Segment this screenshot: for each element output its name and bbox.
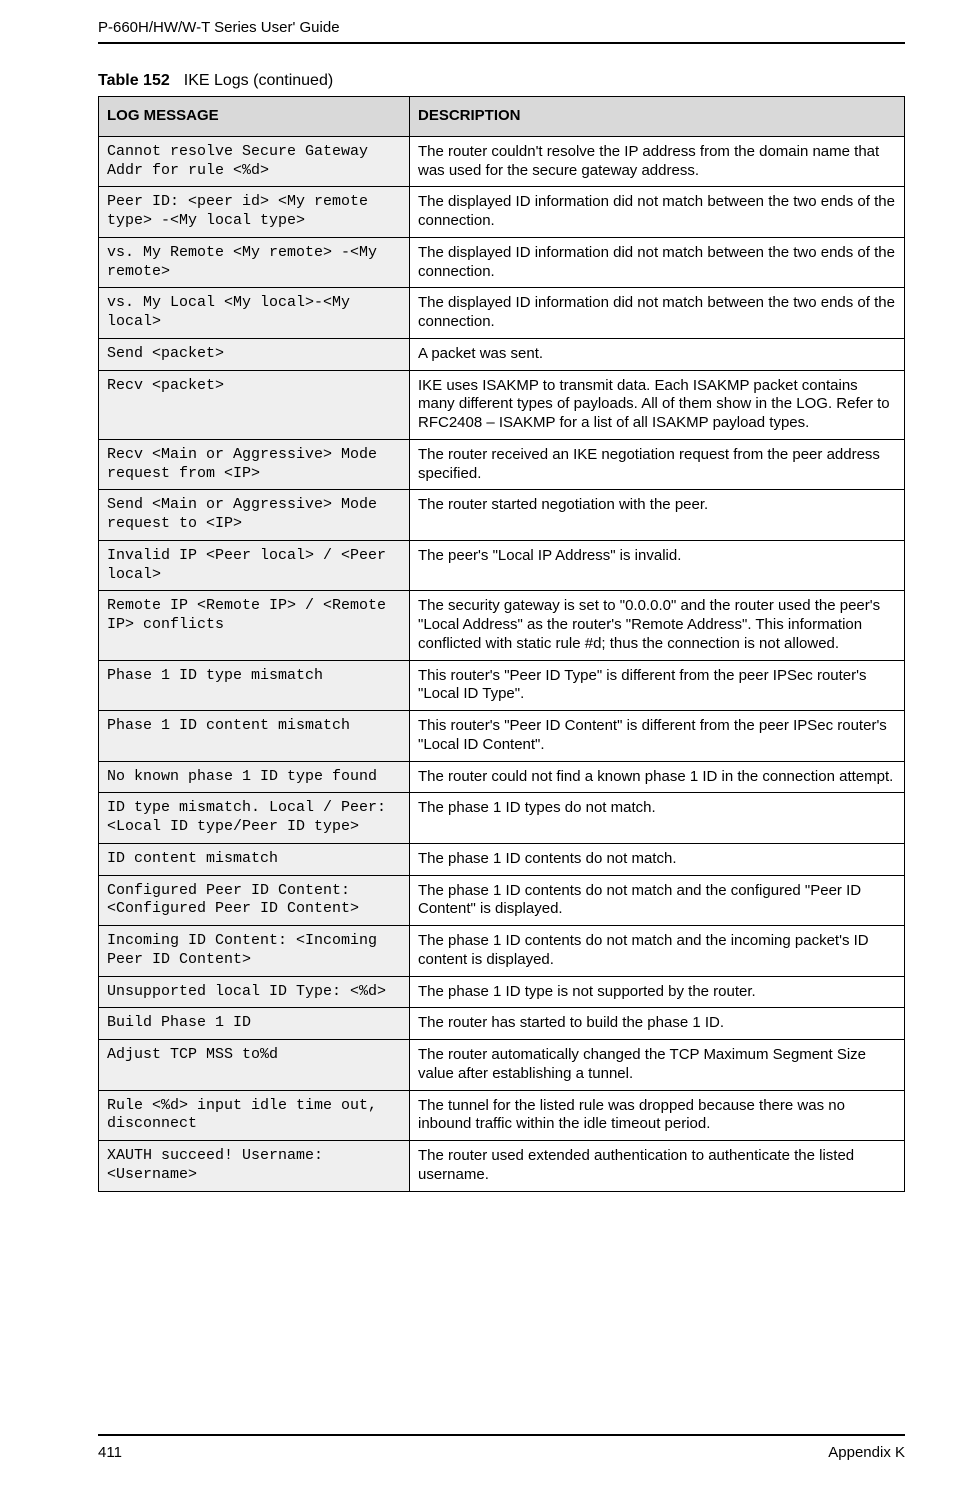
log-message-cell: Peer ID: <peer id> <My remote type> -<My… xyxy=(99,187,410,238)
table-row: Unsupported local ID Type: <%d>The phase… xyxy=(99,976,905,1008)
table-row: Phase 1 ID type mismatchThis router's "P… xyxy=(99,660,905,711)
description-cell: The phase 1 ID types do not match. xyxy=(410,793,905,844)
table-row: Phase 1 ID content mismatchThis router's… xyxy=(99,711,905,762)
description-cell: The peer's "Local IP Address" is invalid… xyxy=(410,540,905,591)
table-row: Recv <packet>IKE uses ISAKMP to transmit… xyxy=(99,370,905,439)
table-row: Invalid IP <Peer local> / <Peer local>Th… xyxy=(99,540,905,591)
log-message-cell: vs. My Local <My local>-<My local> xyxy=(99,288,410,339)
log-message-cell: Unsupported local ID Type: <%d> xyxy=(99,976,410,1008)
table-row: ID type mismatch. Local / Peer: <Local I… xyxy=(99,793,905,844)
page-number: 411 xyxy=(98,1444,122,1461)
log-message-cell: Phase 1 ID type mismatch xyxy=(99,660,410,711)
table-header-row: LOG MESSAGE DESCRIPTION xyxy=(99,97,905,137)
log-message-cell: ID content mismatch xyxy=(99,843,410,875)
log-message-cell: Build Phase 1 ID xyxy=(99,1008,410,1040)
log-message-cell: Recv <Main or Aggressive> Mode request f… xyxy=(99,439,410,490)
description-cell: The phase 1 ID contents do not match. xyxy=(410,843,905,875)
log-message-cell: Send <packet> xyxy=(99,338,410,370)
table-row: Remote IP <Remote IP> / <Remote IP> conf… xyxy=(99,591,905,660)
table-row: No known phase 1 ID type foundThe router… xyxy=(99,761,905,793)
description-cell: The displayed ID information did not mat… xyxy=(410,187,905,238)
ike-logs-table: LOG MESSAGE DESCRIPTION Cannot resolve S… xyxy=(98,96,905,1192)
description-cell: The router received an IKE negotiation r… xyxy=(410,439,905,490)
log-message-cell: Phase 1 ID content mismatch xyxy=(99,711,410,762)
col-header-log-message: LOG MESSAGE xyxy=(99,97,410,137)
description-cell: The router has started to build the phas… xyxy=(410,1008,905,1040)
description-cell: The router used extended authentication … xyxy=(410,1141,905,1192)
log-message-cell: No known phase 1 ID type found xyxy=(99,761,410,793)
log-message-cell: Incoming ID Content: <Incoming Peer ID C… xyxy=(99,926,410,977)
description-cell: The displayed ID information did not mat… xyxy=(410,237,905,288)
log-message-cell: Invalid IP <Peer local> / <Peer local> xyxy=(99,540,410,591)
table-caption-title: Table 152 xyxy=(98,72,170,89)
log-message-cell: Cannot resolve Secure Gateway Addr for r… xyxy=(99,136,410,187)
table-row: ID content mismatchThe phase 1 ID conten… xyxy=(99,843,905,875)
log-message-cell: Adjust TCP MSS to%d xyxy=(99,1040,410,1091)
table-row: Send <Main or Aggressive> Mode request t… xyxy=(99,490,905,541)
description-cell: A packet was sent. xyxy=(410,338,905,370)
description-cell: This router's "Peer ID Type" is differen… xyxy=(410,660,905,711)
table-caption-text: IKE Logs (continued) xyxy=(184,72,333,89)
description-cell: The router started negotiation with the … xyxy=(410,490,905,541)
table-row: Recv <Main or Aggressive> Mode request f… xyxy=(99,439,905,490)
description-cell: The phase 1 ID type is not supported by … xyxy=(410,976,905,1008)
table-row: XAUTH succeed! Username: <Username>The r… xyxy=(99,1141,905,1192)
log-message-cell: ID type mismatch. Local / Peer: <Local I… xyxy=(99,793,410,844)
description-cell: IKE uses ISAKMP to transmit data. Each I… xyxy=(410,370,905,439)
log-message-cell: Send <Main or Aggressive> Mode request t… xyxy=(99,490,410,541)
table-row: Send <packet>A packet was sent. xyxy=(99,338,905,370)
description-cell: The phase 1 ID contents do not match and… xyxy=(410,875,905,926)
table-row: Rule <%d> input idle time out, disconnec… xyxy=(99,1090,905,1141)
description-cell: The phase 1 ID contents do not match and… xyxy=(410,926,905,977)
appendix-label: Appendix K xyxy=(828,1444,905,1461)
log-message-cell: vs. My Remote <My remote> -<My remote> xyxy=(99,237,410,288)
table-row: Peer ID: <peer id> <My remote type> -<My… xyxy=(99,187,905,238)
description-cell: The router could not find a known phase … xyxy=(410,761,905,793)
table-row: Incoming ID Content: <Incoming Peer ID C… xyxy=(99,926,905,977)
table-row: Build Phase 1 IDThe router has started t… xyxy=(99,1008,905,1040)
col-header-description: DESCRIPTION xyxy=(410,97,905,137)
description-cell: The router automatically changed the TCP… xyxy=(410,1040,905,1091)
table-row: Cannot resolve Secure Gateway Addr for r… xyxy=(99,136,905,187)
page-footer: 411 Appendix K xyxy=(98,1434,905,1461)
description-cell: The tunnel for the listed rule was dropp… xyxy=(410,1090,905,1141)
document-page: P-660H/HW/W-T Series User' Guide Table 1… xyxy=(0,0,980,1503)
log-message-cell: Rule <%d> input idle time out, disconnec… xyxy=(99,1090,410,1141)
description-cell: The displayed ID information did not mat… xyxy=(410,288,905,339)
table-row: vs. My Remote <My remote> -<My remote>Th… xyxy=(99,237,905,288)
log-message-cell: Configured Peer ID Content: <Configured … xyxy=(99,875,410,926)
log-message-cell: XAUTH succeed! Username: <Username> xyxy=(99,1141,410,1192)
table-row: Adjust TCP MSS to%dThe router automatica… xyxy=(99,1040,905,1091)
description-cell: The security gateway is set to "0.0.0.0"… xyxy=(410,591,905,660)
log-message-cell: Recv <packet> xyxy=(99,370,410,439)
table-row: vs. My Local <My local>-<My local>The di… xyxy=(99,288,905,339)
doc-header: P-660H/HW/W-T Series User' Guide xyxy=(98,19,905,44)
description-cell: The router couldn't resolve the IP addre… xyxy=(410,136,905,187)
table-row: Configured Peer ID Content: <Configured … xyxy=(99,875,905,926)
description-cell: This router's "Peer ID Content" is diffe… xyxy=(410,711,905,762)
log-message-cell: Remote IP <Remote IP> / <Remote IP> conf… xyxy=(99,591,410,660)
table-caption: Table 152 IKE Logs (continued) xyxy=(98,72,905,90)
